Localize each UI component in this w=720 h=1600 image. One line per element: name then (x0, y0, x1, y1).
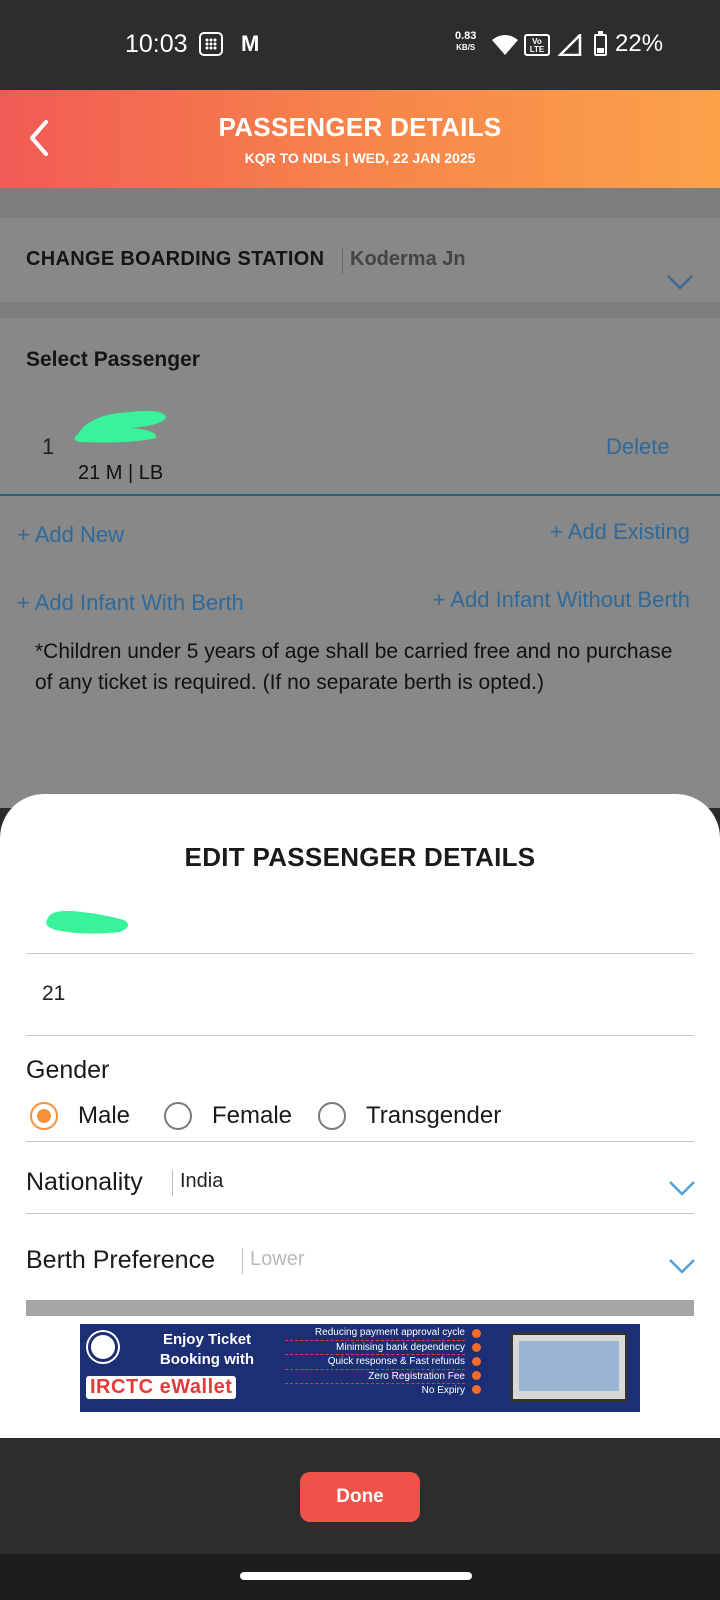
divider (0, 494, 720, 496)
passenger-index: 1 (42, 434, 55, 459)
add-infant-without-berth-link[interactable]: + Add Infant Without Berth (433, 587, 690, 613)
status-bar: 10:03 M 0.83 KB/S Vo LTE 22% (0, 0, 720, 90)
boarding-station-value: Koderma Jn (350, 248, 466, 270)
nationality-value: India (180, 1170, 224, 1192)
status-time: 10:03 (125, 30, 188, 58)
sheet-title: EDIT PASSENGER DETAILS (184, 842, 536, 872)
banner-feature: Reducing payment approval cycle (285, 1326, 465, 1341)
berth-preference-label: Berth Preference (26, 1246, 215, 1274)
app-notification-icon (199, 32, 223, 56)
select-passenger-card: Select Passenger 1 21 M | LB Delete + Ad… (0, 318, 720, 808)
signal-icon (558, 34, 582, 56)
bullet-icon (472, 1357, 481, 1366)
bullet-icon (472, 1329, 481, 1338)
banner-feature: Minimising bank dependency (285, 1341, 465, 1355)
scroll-indicator (26, 1300, 694, 1316)
delete-passenger-button[interactable]: Delete (606, 434, 670, 460)
radio-female[interactable] (164, 1102, 192, 1130)
irctc-ewallet-banner[interactable]: Enjoy Ticket Booking with IRCTC eWallet … (80, 1324, 640, 1412)
passenger-info: 21 M | LB (78, 462, 164, 484)
radio-female-label[interactable]: Female (212, 1102, 292, 1130)
radio-male-label[interactable]: Male (78, 1102, 130, 1130)
berth-preference-select[interactable]: Berth Preference Lower (26, 1210, 696, 1292)
select-passenger-title: Select Passenger (26, 348, 200, 371)
laptop-illustration (510, 1332, 628, 1402)
network-speed: 0.83 KB/S (455, 30, 477, 53)
app-header: PASSENGER DETAILS KQR TO NDLS | WED, 22 … (0, 90, 720, 188)
edit-passenger-sheet: EDIT PASSENGER DETAILS Gender Male Femal… (0, 794, 720, 1438)
banner-brand: IRCTC eWallet (86, 1376, 237, 1399)
gmail-icon: M (241, 31, 260, 56)
boarding-station-label: CHANGE BOARDING STATION (26, 248, 325, 270)
redacted-name (46, 910, 129, 934)
nationality-select[interactable]: Nationality India (26, 1132, 696, 1214)
radio-transgender[interactable] (318, 1102, 346, 1130)
banner-feature: Quick response & Fast refunds (285, 1355, 465, 1370)
radio-transgender-label[interactable]: Transgender (366, 1102, 501, 1130)
home-gesture-handle[interactable] (240, 1572, 472, 1580)
berth-preference-value: Lower (250, 1248, 305, 1270)
divider (342, 248, 343, 274)
banner-headline: Enjoy Ticket Booking with (159, 1331, 255, 1368)
journey-subtitle: KQR TO NDLS | WED, 22 JAN 2025 (244, 150, 476, 166)
bullet-icon (472, 1371, 481, 1380)
done-button[interactable]: Done (300, 1472, 420, 1522)
page-title: PASSENGER DETAILS (218, 112, 502, 142)
banner-feature: Zero Registration Fee (285, 1370, 465, 1384)
add-new-link[interactable]: + Add New (17, 522, 124, 548)
radio-male[interactable] (30, 1102, 58, 1130)
nationality-label: Nationality (26, 1168, 143, 1196)
name-field[interactable] (26, 894, 694, 954)
add-existing-link[interactable]: + Add Existing (550, 519, 690, 545)
bullet-icon (472, 1385, 481, 1394)
chevron-down-icon[interactable] (668, 1258, 696, 1274)
divider (242, 1248, 243, 1274)
wifi-icon (492, 35, 518, 55)
change-boarding-station-row[interactable]: CHANGE BOARDING STATION Koderma Jn (0, 218, 720, 302)
chevron-down-icon[interactable] (666, 274, 694, 290)
gender-label: Gender (26, 1056, 110, 1084)
footer-bar: Done (0, 1438, 720, 1554)
redacted-name (74, 410, 166, 443)
bullet-icon (472, 1343, 481, 1352)
page-background: CHANGE BOARDING STATION Koderma Jn Selec… (0, 188, 720, 808)
banner-feature: No Expiry (421, 1385, 465, 1396)
system-nav-bar (0, 1554, 720, 1600)
battery-percent: 22% (615, 30, 664, 57)
volte-icon: Vo LTE (524, 34, 550, 56)
age-input[interactable] (42, 982, 342, 1006)
divider (172, 1170, 173, 1196)
add-infant-with-berth-link[interactable]: + Add Infant With Berth (17, 590, 244, 616)
irctc-logo-icon (88, 1332, 118, 1362)
age-field[interactable] (26, 960, 694, 1036)
banner-features: Reducing payment approval cycle Minimisi… (285, 1326, 465, 1398)
chevron-down-icon[interactable] (668, 1180, 696, 1196)
battery-icon (594, 31, 607, 56)
children-note: *Children under 5 years of age shall be … (35, 640, 673, 694)
